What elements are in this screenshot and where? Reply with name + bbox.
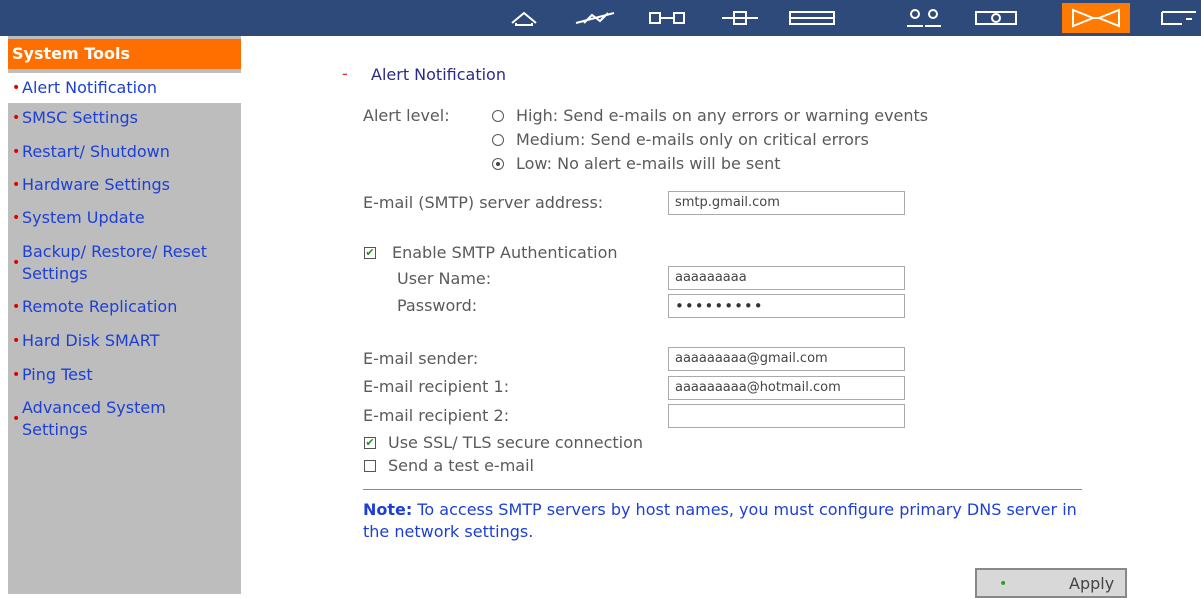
sidebar-item-smsc-settings[interactable]: • SMSC Settings — [8, 107, 241, 129]
alert-level-low-label: Low: No alert e-mails will be sent — [516, 154, 781, 173]
sidebar-item-alert-notification[interactable]: • Alert Notification — [8, 73, 241, 103]
enable-smtp-auth-checkbox[interactable]: ✔ — [364, 247, 376, 259]
sidebar-item-label: Alert Notification — [22, 78, 157, 97]
sidebar: System Tools • Alert Notification • SMSC… — [8, 36, 241, 594]
bullet-icon: • — [12, 210, 21, 226]
alert-level-high-label: High: Send e-mails on any errors or warn… — [516, 106, 929, 125]
quick-config-icon[interactable] — [568, 3, 624, 33]
section-title: Alert Notification — [371, 65, 506, 84]
smtp-server-input[interactable]: smtp.gmail.com — [668, 191, 905, 215]
smtp-server-label: E-mail (SMTP) server address: — [363, 193, 604, 212]
sidebar-item-hard-disk-smart[interactable]: • Hard Disk SMART — [8, 330, 241, 352]
sidebar-item-label: Hard Disk SMART — [22, 331, 160, 350]
alert-level-medium-label: Medium: Send e-mails only on critical er… — [516, 130, 869, 149]
sidebar-item-advanced-system-settings[interactable]: • Advanced System Settings — [8, 397, 208, 441]
sidebar-item-label: System Update — [22, 208, 145, 227]
note-body: To access SMTP servers by host names, yo… — [363, 500, 1077, 541]
bullet-icon: • — [12, 255, 21, 271]
username-label: User Name: — [397, 269, 492, 288]
sidebar-item-remote-replication[interactable]: • Remote Replication — [8, 296, 241, 318]
bullet-icon: • — [12, 177, 21, 193]
bullet-icon: • — [12, 80, 21, 96]
alert-level-high-radio[interactable] — [492, 110, 504, 122]
send-test-email-checkbox[interactable] — [364, 460, 376, 472]
sidebar-title: System Tools — [8, 39, 241, 69]
bullet-icon: • — [12, 299, 21, 315]
network-share-icon[interactable] — [968, 3, 1024, 33]
bullet-icon: • — [12, 333, 21, 349]
divider — [363, 489, 1082, 490]
network-icon[interactable] — [712, 3, 768, 33]
home-icon[interactable] — [496, 3, 552, 33]
system-settings-icon[interactable] — [640, 3, 696, 33]
sidebar-item-backup-restore-reset[interactable]: • Backup/ Restore/ Reset Settings — [8, 241, 233, 285]
logout-icon[interactable] — [1150, 3, 1201, 33]
section-dash: - — [342, 64, 348, 83]
sidebar-item-label: Ping Test — [22, 365, 93, 384]
apply-bullet-icon: • — [999, 576, 1008, 592]
email-recipient2-label: E-mail recipient 2: — [363, 406, 510, 425]
device-config-icon[interactable] — [784, 3, 840, 33]
email-recipient1-label: E-mail recipient 1: — [363, 377, 510, 396]
note-label: Note: — [363, 500, 413, 519]
main-content: - Alert Notification Alert level: High: … — [241, 36, 1201, 598]
alert-level-label: Alert level: — [363, 106, 450, 125]
ssl-tls-label: Use SSL/ TLS secure connection — [388, 433, 644, 452]
sidebar-item-label: SMSC Settings — [22, 108, 138, 127]
bullet-icon: • — [12, 367, 21, 383]
enable-smtp-auth-label: Enable SMTP Authentication — [392, 243, 618, 262]
bullet-icon: • — [12, 144, 21, 160]
sidebar-item-label: Advanced System Settings — [22, 398, 166, 439]
sidebar-item-label: Remote Replication — [22, 297, 178, 316]
sidebar-item-restart-shutdown[interactable]: • Restart/ Shutdown — [8, 141, 241, 163]
sidebar-item-label: Backup/ Restore/ Reset Settings — [22, 242, 208, 283]
send-test-email-label: Send a test e-mail — [388, 456, 534, 475]
top-toolbar — [0, 0, 1201, 36]
note-text: Note: To access SMTP servers by host nam… — [363, 499, 1083, 543]
sidebar-item-hardware-settings[interactable]: • Hardware Settings — [8, 174, 241, 196]
ssl-tls-checkbox[interactable]: ✔ — [364, 437, 376, 449]
email-recipient1-input[interactable]: aaaaaaaaa@hotmail.com — [668, 376, 905, 400]
apply-button-label: Apply — [1069, 574, 1115, 593]
password-label: Password: — [397, 296, 478, 315]
sidebar-item-system-update[interactable]: • System Update — [8, 207, 241, 229]
password-input[interactable]: ••••••••• — [668, 294, 905, 318]
sidebar-item-label: Restart/ Shutdown — [22, 142, 170, 161]
alert-level-low-radio[interactable] — [492, 158, 504, 170]
bullet-icon: • — [12, 110, 21, 126]
email-recipient2-input[interactable] — [668, 404, 905, 428]
sidebar-item-label: Hardware Settings — [22, 175, 170, 194]
user-management-icon[interactable] — [896, 3, 952, 33]
email-sender-input[interactable]: aaaaaaaaa@gmail.com — [668, 347, 905, 371]
alert-level-medium-radio[interactable] — [492, 134, 504, 146]
bullet-icon: • — [12, 411, 21, 427]
system-tools-icon[interactable] — [1062, 3, 1130, 33]
sidebar-item-ping-test[interactable]: • Ping Test — [8, 364, 241, 386]
username-input[interactable]: aaaaaaaaa — [668, 266, 905, 290]
email-sender-label: E-mail sender: — [363, 349, 479, 368]
